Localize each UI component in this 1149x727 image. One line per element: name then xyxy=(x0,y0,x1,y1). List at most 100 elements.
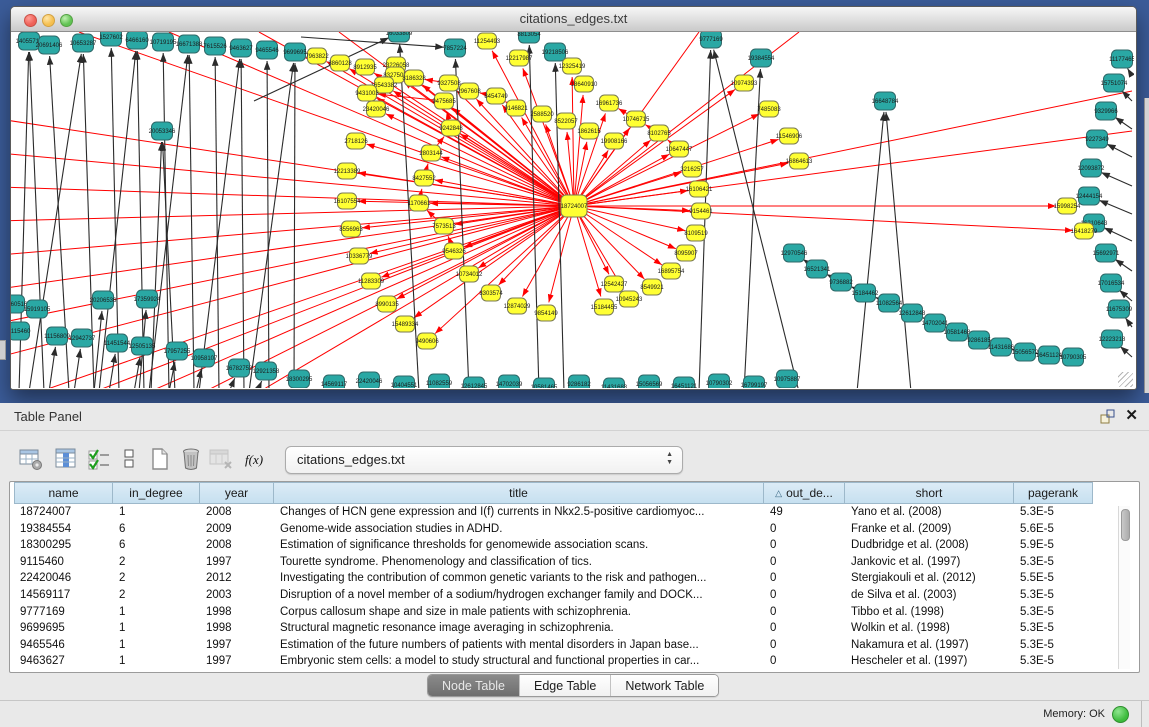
graph-node-label: 9777169 xyxy=(699,37,723,43)
graph-node-label: 8549921 xyxy=(640,285,664,291)
column-header-year[interactable]: year xyxy=(200,482,274,504)
network-canvas-area[interactable]: 1872400714055712206914061065328715276026… xyxy=(11,32,1134,388)
graph-node-label: 10790305 xyxy=(1060,355,1087,361)
table-cell-out-de-: 0 xyxy=(764,537,845,554)
column-header-name[interactable]: name xyxy=(14,482,113,504)
graph-node-label: 2588520 xyxy=(530,112,554,118)
table-row[interactable]: 969969511998Structural magnetic resonanc… xyxy=(14,620,1113,637)
graph-edge xyxy=(257,381,262,388)
tab-network-table[interactable]: Network Table xyxy=(610,675,718,696)
graph-node-label: 9465546 xyxy=(255,48,279,54)
graph-node-label: 8912935 xyxy=(353,65,377,71)
table-row[interactable]: 911546021997Tourette syndrome. Phenomeno… xyxy=(14,554,1113,571)
status-divider xyxy=(1141,701,1142,727)
table-cell-title: Estimation of significance thresholds fo… xyxy=(274,537,764,554)
table-row[interactable]: 1872400712008Changes of HCN gene express… xyxy=(14,504,1113,521)
graph-node-label: 10647447 xyxy=(666,147,693,153)
table-row[interactable]: 2242004622012Investigating the contribut… xyxy=(14,570,1113,587)
table-cell-short: Stergiakouli et al. (2012) xyxy=(845,570,1014,587)
graph-node-label: 12921358 xyxy=(253,369,280,375)
column-header-short[interactable]: short xyxy=(845,482,1014,504)
float-panel-icon[interactable] xyxy=(1099,408,1116,425)
table-row[interactable]: 946554611997Estimation of the future num… xyxy=(14,637,1113,654)
graph-node-label: 15489334 xyxy=(392,322,419,328)
graph-node-label: 16107554 xyxy=(334,199,361,205)
graph-node-label: 8556963 xyxy=(339,227,363,233)
delete-column-button[interactable] xyxy=(177,445,205,473)
graph-edge xyxy=(1115,259,1132,271)
graph-node-label: 12093872 xyxy=(1078,166,1105,172)
graph-edge xyxy=(714,50,799,388)
graph-node-label: 16451121 xyxy=(671,384,698,388)
graph-node-label: 18724007 xyxy=(561,204,588,210)
graph-node-label: 9463627 xyxy=(229,46,253,52)
table-vertical-scrollbar[interactable] xyxy=(1118,506,1130,669)
column-header-out-de-[interactable]: △out_de... xyxy=(764,482,845,504)
column-header-in-degree[interactable]: in_degree xyxy=(113,482,200,504)
delete-table-button[interactable] xyxy=(207,445,235,473)
table-row[interactable]: 1830029562008Estimation of significance … xyxy=(14,537,1113,554)
table-select[interactable]: citations_edges.txt ▲▼ xyxy=(285,446,683,474)
graph-node-label: 17016534 xyxy=(1098,281,1125,287)
network-canvas[interactable]: 1872400714055712206914061065328715276026… xyxy=(11,32,1134,388)
graph-edge xyxy=(400,44,419,388)
graph-node-label: 8303574 xyxy=(479,291,503,297)
table-cell-pagerank: 5.3E-5 xyxy=(1014,587,1093,604)
function-builder-button[interactable]: f(x) xyxy=(241,445,269,473)
graph-node-label: 12942737 xyxy=(69,336,96,342)
show-columns-button[interactable] xyxy=(52,445,80,473)
graph-node-label: 10581468 xyxy=(944,330,971,336)
graph-edge xyxy=(259,206,574,388)
network-window-titlebar[interactable]: citations_edges.txt xyxy=(11,7,1136,32)
graph-node-label: 8102765 xyxy=(647,131,671,137)
table-tabs: Node TableEdge TableNetwork Table xyxy=(427,674,719,697)
graph-node-label: 15692971 xyxy=(1093,251,1120,257)
column-header-pagerank[interactable]: pagerank xyxy=(1014,482,1093,504)
graph-node-label: 10404551 xyxy=(391,383,418,388)
table-cell-pagerank: 5.9E-5 xyxy=(1014,537,1093,554)
tab-edge-table[interactable]: Edge Table xyxy=(519,675,610,696)
graph-edge xyxy=(1107,144,1132,157)
column-header-title[interactable]: title xyxy=(274,482,764,504)
create-column-button[interactable] xyxy=(146,445,174,473)
table-cell-short: Franke et al. (2009) xyxy=(845,521,1014,538)
table-row[interactable]: 1938455462009Genome-wide association stu… xyxy=(14,521,1113,538)
table-row[interactable]: 946362711997Embryonic stem cells: a mode… xyxy=(14,653,1113,670)
graph-edge xyxy=(241,59,244,388)
application-window: citations_edges.txt 18724007140557122069… xyxy=(0,0,1149,727)
table-cell-in-degree: 1 xyxy=(113,504,200,521)
close-panel-icon[interactable]: ✕ xyxy=(1125,406,1138,424)
scrollbar-thumb[interactable] xyxy=(1121,509,1130,541)
column-checklist-button[interactable] xyxy=(85,445,113,473)
table-row[interactable]: 1456911722003Disruption of a novel membe… xyxy=(14,587,1113,604)
window-resize-grip[interactable] xyxy=(1118,372,1133,387)
table-cell-name: 9115460 xyxy=(14,554,113,571)
graph-node-label: 11082564 xyxy=(876,301,903,307)
table-cell-in-degree: 2 xyxy=(113,554,200,571)
graph-node-label: 12612845 xyxy=(461,384,488,388)
combo-arrows-icon: ▲▼ xyxy=(666,451,673,467)
table-cell-pagerank: 5.3E-5 xyxy=(1014,637,1093,654)
graph-node-label: 12612848 xyxy=(899,311,926,317)
graph-node-label: 19384554 xyxy=(748,56,775,62)
table-row[interactable]: 977716911998Corpus callosum shape and si… xyxy=(14,604,1113,621)
graph-edge xyxy=(1104,228,1132,241)
table-mode-button[interactable] xyxy=(17,445,45,473)
row-merge-button[interactable] xyxy=(115,445,143,473)
table-cell-name: 9465546 xyxy=(14,637,113,654)
graph-node-label: 7857224 xyxy=(443,46,467,52)
graph-node-label: 9699695 xyxy=(283,50,307,56)
graph-node-label: 19908166 xyxy=(601,139,628,145)
graph-node-label: 8813054 xyxy=(517,32,541,38)
graph-node-label: 8860128 xyxy=(328,61,352,67)
table-select-value: citations_edges.txt xyxy=(297,452,405,467)
graph-node-label: 9286185 xyxy=(967,338,991,344)
table-cell-title: Corpus callosum shape and size in male p… xyxy=(274,604,764,621)
graph-edge xyxy=(574,206,676,249)
table-cell-short: Nakamura et al. (1997) xyxy=(845,637,1014,654)
graph-node-label: 11675309 xyxy=(1106,307,1133,313)
graph-edge xyxy=(189,55,194,388)
tab-node-table[interactable]: Node Table xyxy=(428,675,519,696)
graph-node-label: 8990135 xyxy=(375,302,399,308)
graph-edge xyxy=(1115,117,1132,129)
